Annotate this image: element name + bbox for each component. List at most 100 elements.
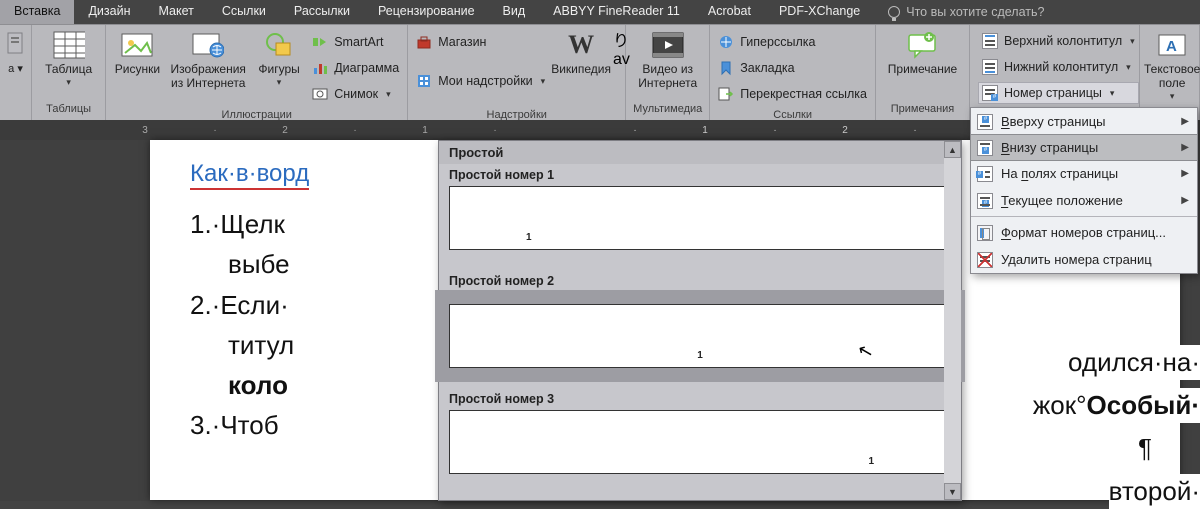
gallery-item-3-label: Простой номер 3 bbox=[439, 388, 961, 410]
hyperlink-label: Гиперссылка bbox=[740, 35, 815, 49]
tab-pdfxchange[interactable]: PDF-XChange bbox=[765, 0, 874, 24]
menu-top-label: Вверху страницы bbox=[1001, 114, 1106, 129]
tab-design[interactable]: Дизайн bbox=[74, 0, 144, 24]
page-margins-icon: # bbox=[977, 166, 993, 182]
shapes-label: Фигуры bbox=[258, 63, 299, 77]
wikipedia-label: Википедия bbox=[551, 63, 611, 77]
footer-button[interactable]: Нижний колонтитул▾ bbox=[978, 56, 1139, 78]
online-pictures-label: Изображения из Интернета bbox=[167, 63, 250, 91]
gallery-item-3[interactable]: 1 bbox=[449, 410, 951, 474]
scroll-up-button[interactable]: ▲ bbox=[944, 141, 961, 158]
my-addins-label: Мои надстройки bbox=[438, 74, 532, 88]
shapes-icon bbox=[263, 29, 295, 61]
doc-frag-1: одился·на· bbox=[1068, 345, 1200, 380]
my-addins-icon bbox=[416, 73, 432, 89]
video-label: Видео из Интернета bbox=[630, 63, 705, 91]
tab-acrobat[interactable]: Acrobat bbox=[694, 0, 765, 24]
store-label: Магазин bbox=[438, 35, 486, 49]
tab-insert[interactable]: Вставка bbox=[0, 0, 74, 24]
sample-number-left: 1 bbox=[526, 232, 532, 243]
screenshot-label: Снимок bbox=[334, 87, 378, 101]
top-of-page-icon: # bbox=[977, 114, 993, 130]
chart-label: Диаграмма bbox=[334, 61, 399, 75]
tab-references[interactable]: Ссылки bbox=[208, 0, 280, 24]
crossref-button[interactable]: Перекрестная ссылка bbox=[718, 83, 867, 105]
pages-split[interactable]: а ▾ bbox=[3, 27, 29, 76]
gallery-section-title: Простой bbox=[439, 141, 961, 164]
doc-frag-2: жок°Особый· bbox=[1033, 388, 1200, 423]
crossref-icon bbox=[718, 86, 734, 102]
menu-remove-page-numbers[interactable]: Удалить номера страниц bbox=[971, 246, 1197, 273]
menu-format-label: Формат номеров страниц... bbox=[1001, 225, 1166, 240]
tab-abbyy[interactable]: ABBYY FineReader 11 bbox=[539, 0, 694, 24]
pictures-button[interactable]: Рисунки bbox=[110, 27, 164, 77]
gallery-item-2[interactable]: 1 bbox=[449, 304, 951, 368]
table-button[interactable]: Таблица ▾ bbox=[37, 27, 101, 87]
pictures-label: Рисунки bbox=[115, 63, 160, 77]
menu-bottom-of-page[interactable]: # Внизу страницы ▶ bbox=[970, 134, 1198, 161]
menu-remove-label: Удалить номера страниц bbox=[1001, 252, 1152, 267]
header-icon bbox=[982, 33, 998, 49]
shapes-button[interactable]: Фигуры ▾ bbox=[252, 27, 306, 87]
screenshot-icon bbox=[312, 86, 328, 102]
page-number-gallery: Простой Простой номер 1 1 Простой номер … bbox=[438, 140, 962, 501]
header-button[interactable]: Верхний колонтитул▾ bbox=[978, 30, 1139, 52]
chart-button[interactable]: Диаграмма bbox=[312, 57, 399, 79]
chart-icon bbox=[312, 60, 328, 76]
bookmark-icon bbox=[718, 60, 734, 76]
lightbulb-icon bbox=[888, 6, 900, 18]
table-label: Таблица bbox=[45, 63, 92, 77]
gallery-scrollbar[interactable]: ▲ ▼ bbox=[944, 141, 961, 500]
ribbon-body: а ▾ Таблица ▾ Таблицы Рисунки bbox=[0, 24, 1200, 120]
tab-review[interactable]: Рецензирование bbox=[364, 0, 489, 24]
wikipedia-button[interactable]: W Википедия bbox=[551, 27, 611, 77]
tell-me-search[interactable]: Что вы хотите сделать? bbox=[874, 0, 1044, 24]
online-pictures-button[interactable]: Изображения из Интернета bbox=[167, 27, 250, 91]
remove-numbers-icon bbox=[977, 252, 993, 268]
tab-layout[interactable]: Макет bbox=[145, 0, 208, 24]
screenshot-button[interactable]: Снимок ▾ bbox=[312, 83, 399, 105]
textbox-button[interactable]: A Текстовое поле▾ bbox=[1144, 27, 1200, 101]
menu-format-page-numbers[interactable]: Формат номеров страниц... bbox=[971, 219, 1197, 246]
hyperlink-icon bbox=[718, 34, 734, 50]
submenu-arrow-icon: ▶ bbox=[1181, 116, 1189, 127]
my-addins-button[interactable]: Мои надстройки ▾ bbox=[416, 57, 545, 105]
menu-top-of-page[interactable]: # Вверху страницы ▶ bbox=[971, 108, 1197, 135]
footer-label: Нижний колонтитул bbox=[1004, 60, 1118, 74]
svg-text:A: A bbox=[1166, 38, 1177, 55]
gallery-item-2-label: Простой номер 2 bbox=[439, 270, 961, 292]
menu-page-margins[interactable]: # На полях страницы ▶ bbox=[971, 160, 1197, 187]
smartart-button[interactable]: SmartArt bbox=[312, 31, 399, 53]
sample-number-center: 1 bbox=[697, 350, 703, 361]
video-icon bbox=[652, 29, 684, 61]
bookmark-button[interactable]: Закладка bbox=[718, 57, 867, 79]
store-icon bbox=[416, 34, 432, 50]
store-button[interactable]: Магазин bbox=[416, 31, 545, 53]
scroll-down-button[interactable]: ▼ bbox=[944, 483, 961, 500]
menu-current-position[interactable]: # Текущее положение ▶ bbox=[971, 187, 1197, 214]
doc-frag-4: второй· bbox=[1109, 474, 1200, 509]
submenu-arrow-icon: ▶ bbox=[1181, 168, 1189, 179]
menu-margins-label: На полях страницы bbox=[1001, 166, 1118, 181]
bottom-of-page-icon: # bbox=[977, 140, 993, 156]
format-numbers-icon bbox=[977, 225, 993, 241]
tab-mailings[interactable]: Рассылки bbox=[280, 0, 364, 24]
menu-bottom-label: Внизу страницы bbox=[1001, 140, 1098, 155]
page-number-button[interactable]: # Номер страницы▾ bbox=[978, 82, 1139, 104]
online-video-button[interactable]: Видео из Интернета bbox=[630, 27, 705, 91]
doc-title: Как·в·ворд bbox=[190, 160, 309, 190]
gallery-item-1[interactable]: 1 bbox=[449, 186, 951, 250]
page-number-menu: # Вверху страницы ▶ # Внизу страницы ▶ #… bbox=[970, 107, 1198, 274]
comment-icon bbox=[907, 29, 939, 61]
online-pictures-icon bbox=[192, 29, 224, 61]
header-label: Верхний колонтитул bbox=[1004, 34, 1122, 48]
comment-button[interactable]: Примечание bbox=[880, 27, 965, 77]
smartart-icon bbox=[312, 34, 328, 50]
hyperlink-button[interactable]: Гиперссылка bbox=[718, 31, 867, 53]
pages-icon bbox=[0, 29, 32, 61]
tab-view[interactable]: Вид bbox=[489, 0, 540, 24]
pictures-icon bbox=[121, 29, 153, 61]
tables-group-label: Таблицы bbox=[32, 103, 105, 120]
gallery-item-1-label: Простой номер 1 bbox=[439, 164, 961, 186]
textbox-label: Текстовое поле bbox=[1144, 63, 1200, 91]
